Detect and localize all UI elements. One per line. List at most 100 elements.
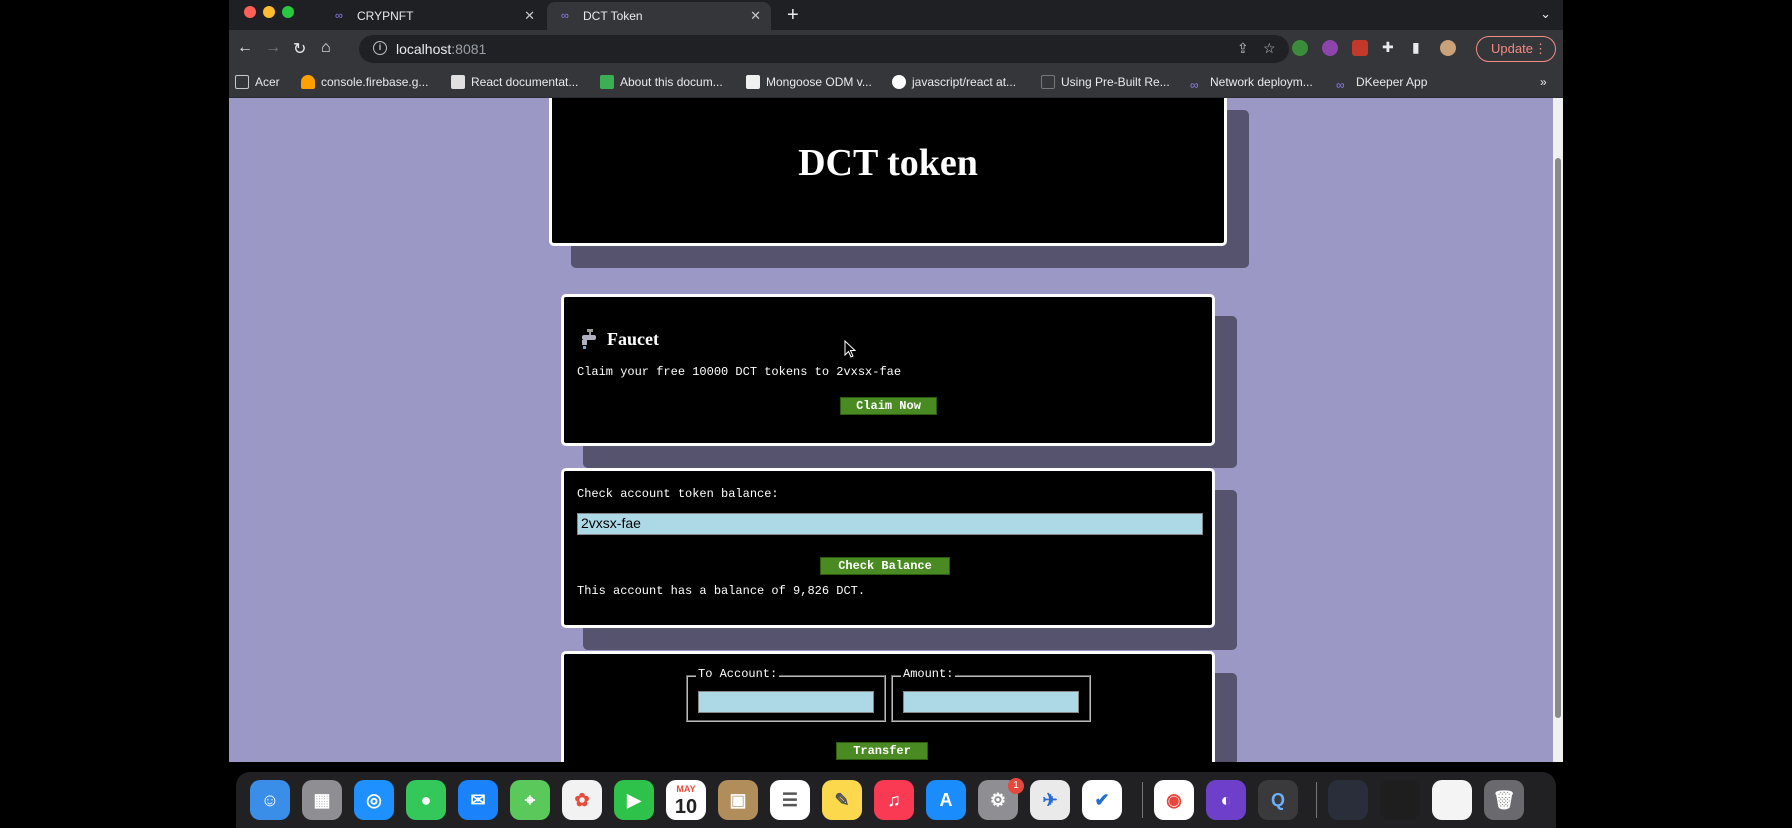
mail-icon[interactable]: ✉ — [458, 780, 498, 820]
bookmark-item[interactable]: React documentat... — [451, 75, 578, 89]
contacts-icon[interactable]: ▣ — [718, 780, 758, 820]
quicktime-icon[interactable]: Q — [1258, 780, 1298, 820]
scrollbar-thumb[interactable] — [1555, 158, 1561, 718]
bookmark-item[interactable]: Using Pre-Built Re... — [1041, 75, 1170, 89]
dock-separator — [1142, 782, 1143, 818]
side-panel-icon[interactable]: ▮ — [1412, 39, 1420, 56]
minimize-window-button[interactable] — [263, 6, 275, 18]
page-icon — [1041, 75, 1055, 89]
browser-toolbar: ← → ↻ ⌂ i localhost:8081 ⇪ ☆ ✚ ▮ Update ⋮ — [229, 30, 1563, 68]
to-account-input[interactable] — [698, 691, 874, 713]
github-desktop-icon[interactable]: ◐ — [1206, 780, 1246, 820]
maximize-window-button[interactable] — [282, 6, 294, 18]
header-card: DCT token — [549, 98, 1227, 246]
page-scrollbar[interactable] — [1553, 98, 1563, 762]
bookmark-item[interactable]: ∞ DKeeper App — [1336, 75, 1427, 92]
calendar-icon[interactable]: MAY 10 — [666, 780, 706, 820]
notification-badge: 1 — [1008, 778, 1024, 794]
window-thumbnail-vscode[interactable] — [1328, 780, 1368, 820]
site-info-icon[interactable]: i — [373, 41, 387, 55]
window-thumbnail-chrome[interactable] — [1432, 780, 1472, 820]
close-window-button[interactable] — [244, 6, 256, 18]
close-tab-icon[interactable]: ✕ — [524, 8, 535, 24]
tab-dct-token[interactable]: ∞ DCT Token ✕ — [547, 2, 771, 30]
folder-icon — [235, 75, 249, 89]
testflight-icon[interactable]: ✈ — [1030, 780, 1070, 820]
bookmark-item[interactable]: Acer — [235, 75, 280, 89]
notes-icon[interactable]: ✎ — [822, 780, 862, 820]
transfer-button[interactable]: Transfer — [836, 742, 928, 760]
account-id-input[interactable]: 2vxsx-fae — [577, 513, 1203, 535]
reload-icon[interactable]: ↻ — [293, 39, 306, 59]
url-text: localhost:8081 — [396, 41, 487, 57]
facetime-icon[interactable]: ▶ — [614, 780, 654, 820]
bookmark-item[interactable]: ∞ Network deploym... — [1190, 75, 1313, 92]
extension-purple-icon[interactable] — [1322, 40, 1338, 56]
tab-title: CRYPNFT — [357, 9, 414, 23]
extensions-puzzle-icon[interactable]: ✚ — [1382, 39, 1394, 56]
react-icon — [451, 75, 465, 89]
messages-icon[interactable]: ● — [406, 780, 446, 820]
claim-now-button[interactable]: Claim Now — [840, 397, 937, 415]
launchpad-icon[interactable]: ▦ — [302, 780, 342, 820]
bookmark-item[interactable]: About this docum... — [600, 75, 723, 89]
dfinity-icon: ∞ — [561, 10, 569, 22]
bookmarks-overflow-icon[interactable]: » — [1540, 75, 1547, 89]
faucet-description: Claim your free 10000 DCT tokens to 2vxs… — [577, 365, 902, 379]
finder-icon[interactable]: ☺ — [250, 780, 290, 820]
to-account-fieldset: To Account: — [686, 667, 886, 722]
amount-fieldset: Amount: — [891, 667, 1091, 722]
balance-result: This account has a balance of 9,826 DCT. — [577, 584, 866, 598]
transfer-card: To Account: Amount: Transfer — [561, 651, 1215, 762]
bookmarks-bar: Acer console.firebase.g... React documen… — [229, 68, 1563, 98]
maps-icon[interactable]: ⌖ — [510, 780, 550, 820]
faucet-card: Faucet Claim your free 10000 DCT tokens … — [561, 294, 1215, 446]
github-icon — [892, 75, 906, 89]
faucet-icon — [580, 329, 598, 349]
cube-icon — [600, 75, 614, 89]
page-viewport: DCT token Faucet Claim your free 10000 D… — [229, 98, 1563, 762]
bookmark-item[interactable]: console.firebase.g... — [301, 75, 428, 89]
bookmark-star-icon[interactable]: ☆ — [1263, 40, 1276, 57]
app-store-icon[interactable]: A — [926, 780, 966, 820]
task-app-icon[interactable]: ✔ — [1082, 780, 1122, 820]
mouse-cursor-icon — [844, 340, 856, 358]
share-icon[interactable]: ⇪ — [1237, 40, 1249, 57]
more-menu-icon[interactable]: ⋮ — [1534, 37, 1547, 61]
firebase-icon — [301, 75, 315, 89]
bookmark-item[interactable]: javascript/react at... — [892, 75, 1016, 89]
profile-avatar[interactable] — [1440, 40, 1456, 56]
home-icon[interactable]: ⌂ — [321, 39, 331, 57]
balance-card: Check account token balance: 2vxsx-fae C… — [561, 468, 1215, 628]
photos-icon[interactable]: ✿ — [562, 780, 602, 820]
safari-icon[interactable]: ◎ — [354, 780, 394, 820]
back-icon[interactable]: ← — [237, 39, 253, 57]
tab-bar: ∞ CRYPNFT ✕ ∞ DCT Token ✕ + ⌄ — [229, 0, 1563, 30]
browser-window: ∞ CRYPNFT ✕ ∞ DCT Token ✕ + ⌄ ← → ↻ ⌂ i … — [229, 0, 1563, 762]
page-title: DCT token — [798, 142, 978, 184]
reminders-icon[interactable]: ☰ — [770, 780, 810, 820]
faucet-title: Faucet — [607, 329, 659, 349]
address-bar[interactable]: i localhost:8081 ⇪ ☆ — [359, 35, 1289, 63]
forward-icon[interactable]: → — [265, 39, 281, 57]
to-account-legend: To Account: — [696, 667, 780, 681]
close-tab-icon[interactable]: ✕ — [750, 8, 761, 24]
window-thumbnail-terminal[interactable] — [1380, 780, 1420, 820]
dfinity-icon: ∞ — [1190, 78, 1199, 92]
chrome-icon[interactable]: ◉ — [1154, 780, 1194, 820]
tab-title: DCT Token — [583, 9, 643, 23]
amount-input[interactable] — [903, 691, 1079, 713]
dfinity-icon: ∞ — [1336, 78, 1345, 92]
dock-separator — [1316, 782, 1317, 818]
new-tab-button[interactable]: + — [787, 4, 799, 27]
extension-red-icon[interactable] — [1352, 40, 1368, 56]
extension-tree-icon[interactable] — [1292, 40, 1308, 56]
check-balance-button[interactable]: Check Balance — [820, 557, 950, 575]
bookmark-item[interactable]: Mongoose ODM v... — [746, 75, 872, 89]
tab-search-icon[interactable]: ⌄ — [1540, 6, 1551, 22]
update-button[interactable]: Update ⋮ — [1476, 36, 1556, 62]
trash-icon[interactable]: 🗑 — [1484, 780, 1524, 820]
amount-legend: Amount: — [901, 667, 956, 681]
music-icon[interactable]: ♫ — [874, 780, 914, 820]
tab-crypnft[interactable]: ∞ CRYPNFT ✕ — [321, 2, 545, 30]
